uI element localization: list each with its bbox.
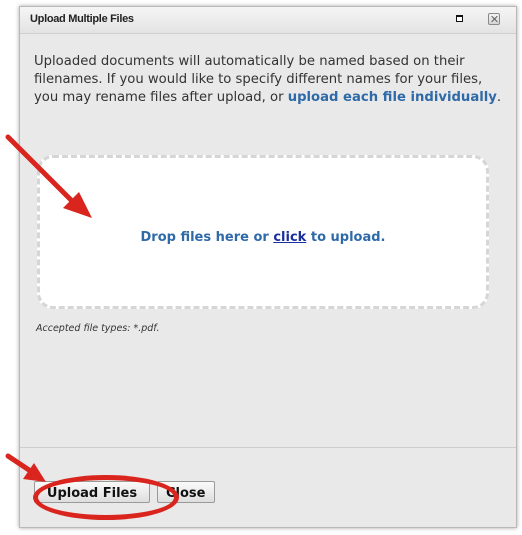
dropzone-message: Drop files here or click to upload.	[40, 230, 486, 245]
maximize-icon[interactable]	[456, 15, 463, 22]
close-button[interactable]: Close	[157, 481, 215, 503]
close-icon[interactable]	[488, 13, 500, 25]
dialog-body: Uploaded documents will automatically be…	[26, 40, 510, 522]
upload-multiple-files-dialog: Upload Multiple Files Uploaded documents…	[19, 6, 517, 528]
instructions-text: Uploaded documents will automatically be…	[34, 53, 502, 107]
dialog-title: Upload Multiple Files	[30, 13, 134, 25]
footer-divider	[20, 447, 516, 448]
dropzone-text-after: to upload.	[306, 230, 386, 245]
click-to-upload-link[interactable]: click	[273, 230, 306, 245]
file-dropzone[interactable]: Drop files here or click to upload.	[37, 155, 489, 309]
instructions-end: .	[496, 90, 502, 105]
screenshot-stage: Upload Multiple Files Uploaded documents…	[0, 0, 522, 535]
upload-files-button[interactable]: Upload Files	[34, 481, 150, 503]
dropzone-text-before: Drop files here or	[140, 230, 274, 245]
dialog-titlebar[interactable]: Upload Multiple Files	[20, 7, 516, 34]
upload-individually-link[interactable]: upload each file individually	[288, 90, 497, 105]
accepted-file-types: Accepted file types: *.pdf.	[36, 323, 160, 334]
